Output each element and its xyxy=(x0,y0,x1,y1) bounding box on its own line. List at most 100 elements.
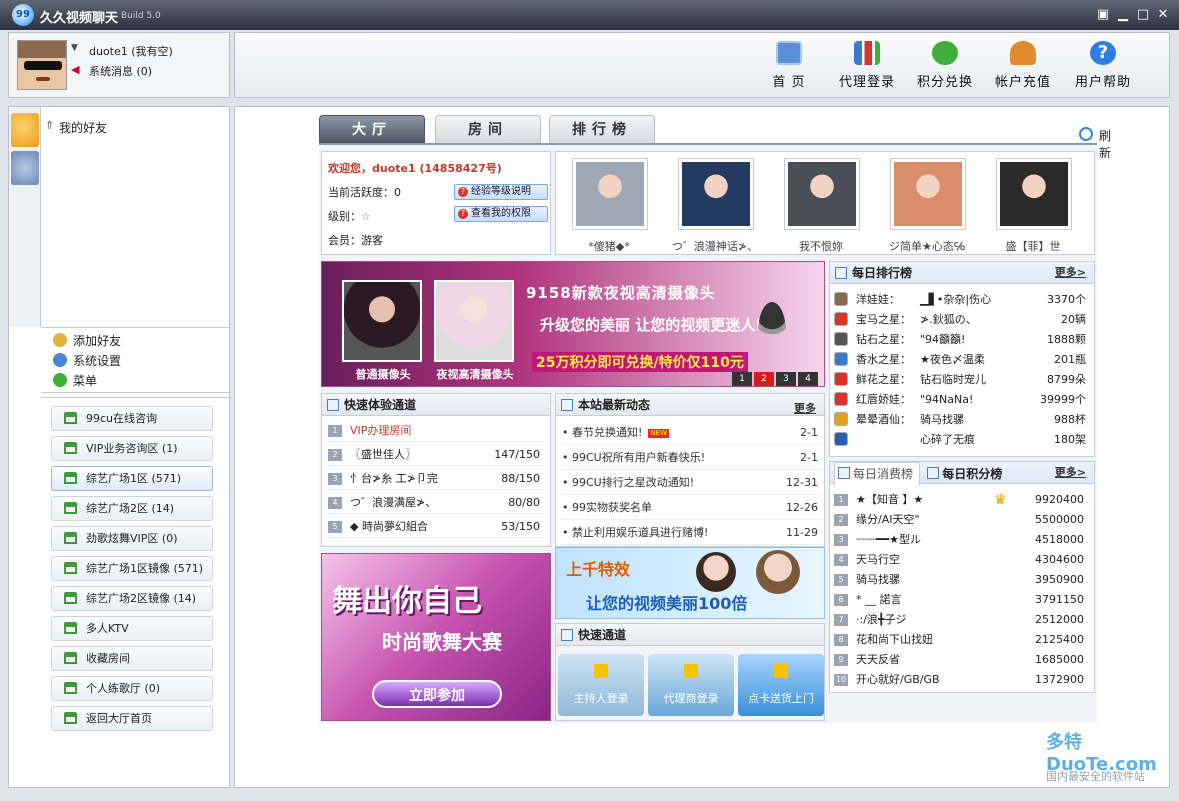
news-more-link[interactable]: 更多 xyxy=(794,398,816,420)
featured-user[interactable]: ジ简单★心态℅ xyxy=(880,158,974,254)
ranking-row[interactable]: 晕晕酒仙： 骑马找骡 988杯 xyxy=(834,410,1090,430)
room-item[interactable]: 个人练歌厅 (0) xyxy=(51,676,213,701)
room-item[interactable]: 多人KTV xyxy=(51,616,213,641)
nav-user-help[interactable]: ? 用户帮助 xyxy=(1067,41,1139,93)
room-item[interactable]: 收藏房间 xyxy=(51,646,213,671)
room-item[interactable]: 综艺广场1区镜像 (571) xyxy=(51,556,213,581)
consumption-row[interactable]: 7 ·:/浪╋子ジ 2512000 xyxy=(834,610,1090,630)
bullet-icon: • xyxy=(562,451,572,464)
nav-account-recharge[interactable]: 帐户充值 xyxy=(987,41,1059,93)
quick-room-row[interactable]: 4 つ゛浪漫满屋≯、 80/80 xyxy=(328,492,544,514)
room-item[interactable]: 综艺广场2区 (14) xyxy=(51,496,213,521)
level-info-button[interactable]: ? 经验等级说明 xyxy=(454,184,548,200)
permissions-button[interactable]: ? 查看我的权限 xyxy=(454,206,548,222)
news-item[interactable]: • 99CU祝所有用户新春快乐! 2-1 xyxy=(562,445,822,470)
featured-user[interactable]: 我不恨妳 xyxy=(774,158,868,254)
camera-banner[interactable]: 普通摄像头 夜视高清摄像头 9158新款夜视高清摄像头 升级您的美丽 让您的视频… xyxy=(321,261,825,387)
tab-ranking[interactable]: 排行榜 xyxy=(549,115,655,143)
featured-user[interactable]: つ゛浪漫神话≯、 xyxy=(668,158,762,254)
tab-rooms[interactable]: 房间 xyxy=(435,115,541,143)
room-item[interactable]: 劲歌炫舞VIP区 (0) xyxy=(51,526,213,551)
user-name[interactable]: duote1 (我有空) xyxy=(89,43,173,59)
banner-page-4[interactable]: 4 xyxy=(798,372,818,386)
nav-points-exchange[interactable]: 积分兑换 xyxy=(909,41,981,93)
restore-icon[interactable]: ▣ xyxy=(1094,6,1112,24)
featured-user[interactable]: *傻猪◆* xyxy=(562,158,656,254)
ranking-row[interactable]: 心碎了无痕 180架 xyxy=(834,430,1090,450)
news-item[interactable]: • 春节兑换通知! NEW 2-1 xyxy=(562,420,822,445)
consumption-row[interactable]: 9 天天反省 1685000 xyxy=(834,650,1090,670)
consumption-user: * __ 諾言 xyxy=(856,593,902,606)
host-login-button[interactable]: 主持人登录 xyxy=(558,654,644,716)
news-item[interactable]: • 99实物获奖名单 12-26 xyxy=(562,495,822,520)
quick-room-name: ◆ 時尚夢幻組合 xyxy=(350,520,428,533)
system-messages[interactable]: 系统消息 (0) xyxy=(89,63,152,79)
gift-icon xyxy=(774,664,788,678)
featured-user-name: 盛【菲】世 xyxy=(1005,240,1061,253)
nav-agent-login[interactable]: 代理登录 xyxy=(831,41,903,93)
avatar[interactable] xyxy=(17,40,67,90)
ranking-row[interactable]: 宝马之星： ≯.鈥狐の、 20辆 xyxy=(834,310,1090,330)
room-item[interactable]: 99cu在线咨询 xyxy=(51,406,213,431)
news-date: 2-1 xyxy=(800,426,818,439)
friends-group[interactable]: 我的好友 xyxy=(59,119,107,136)
card-delivery-button[interactable]: 点卡送货上门 xyxy=(738,654,824,716)
menu-button[interactable]: 菜单 xyxy=(53,372,97,390)
ranking-row[interactable]: 钻石之星： "94籲籲! 1888颗 xyxy=(834,330,1090,350)
room-label: 收藏房间 xyxy=(86,652,130,665)
friends-tab-icon[interactable] xyxy=(11,113,39,147)
status-dropdown-icon[interactable]: ▼ xyxy=(71,43,78,53)
chart-icon xyxy=(327,399,339,411)
ranking-row[interactable]: 鲜花之星： 钻石临时宠儿 8799朵 xyxy=(834,370,1090,390)
effects-banner[interactable]: 上千特效 让您的视频美丽100倍 xyxy=(555,547,825,619)
featured-user[interactable]: 盛【菲】世 xyxy=(986,158,1080,254)
ranking-more-link[interactable]: 更多> xyxy=(1055,262,1086,284)
tab-daily-points[interactable]: 每日积分榜 xyxy=(924,463,1008,485)
join-now-button[interactable]: 立即参加 xyxy=(372,680,502,708)
ranking-row[interactable]: 洋娃娃： ▁▋•杂杂|伤心 3370个 xyxy=(834,290,1090,310)
row-number-icon: 7 xyxy=(834,614,848,626)
consumption-row[interactable]: 5 骑马找骡 3950900 xyxy=(834,570,1090,590)
ranking-value: 201瓶 xyxy=(1054,353,1086,366)
refresh-button[interactable]: 刷新 xyxy=(1079,127,1129,161)
news-item[interactable]: • 禁止利用娱乐道具进行赌博! 11-29 xyxy=(562,520,822,545)
row-number-icon: 9 xyxy=(834,654,848,666)
ranking-row[interactable]: 香水之星： ★夜色〆温柔 201瓶 xyxy=(834,350,1090,370)
room-item[interactable]: 综艺广场2区镜像 (14) xyxy=(51,586,213,611)
room-item[interactable]: 综艺广场1区 (571) xyxy=(51,466,213,491)
consumption-row[interactable]: 4 天马行空 4304600 xyxy=(834,550,1090,570)
dance-contest-banner[interactable]: 舞出你自己 时尚歌舞大赛 立即参加 xyxy=(321,553,551,721)
consumption-row[interactable]: 10 开心就好/GB/GB 1372900 xyxy=(834,670,1090,690)
minimize-icon[interactable]: ▁ xyxy=(1114,6,1132,24)
row-number-icon: 5 xyxy=(834,574,848,586)
nav-home[interactable]: 首 页 xyxy=(753,41,825,93)
gamepad-tab-icon[interactable] xyxy=(11,151,39,185)
news-text: 99CU祝所有用户新春快乐! xyxy=(572,451,706,464)
collapse-icon[interactable]: ⇑ xyxy=(45,119,54,132)
quick-room-row[interactable]: 3 忄台≯糸 工≯卩完 88/150 xyxy=(328,468,544,490)
quick-room-row[interactable]: 2 〖盛世佳人〗 147/150 xyxy=(328,444,544,466)
consumption-row[interactable]: 2 缘分/AI天空" 5500000 xyxy=(834,510,1090,530)
banner-page-3[interactable]: 3 xyxy=(776,372,796,386)
maximize-icon[interactable]: □ xyxy=(1134,6,1152,24)
banner-page-2[interactable]: 2 xyxy=(754,372,774,386)
close-icon[interactable]: ✕ xyxy=(1154,6,1172,24)
consumption-row[interactable]: 3 ┈┈┈━━★型ル 4518000 xyxy=(834,530,1090,550)
ranking-category-icon xyxy=(834,372,848,386)
consumption-more-link[interactable]: 更多> xyxy=(1055,462,1086,484)
system-settings-button[interactable]: 系统设置 xyxy=(53,352,121,370)
banner-page-1[interactable]: 1 xyxy=(732,372,752,386)
room-item[interactable]: VIP业务咨询区 (1) xyxy=(51,436,213,461)
news-item[interactable]: • 99CU排行之星改动通知! 12-31 xyxy=(562,470,822,495)
ranking-row[interactable]: 红唇娇娃： "94NaNa! 39999个 xyxy=(834,390,1090,410)
tab-daily-consumption[interactable]: 每日消费榜 xyxy=(834,462,921,485)
consumption-row[interactable]: 1 ★【知音 】★ 9920400 ♛ xyxy=(834,490,1090,510)
consumption-row[interactable]: 8 花和尚下山找妞 2125400 xyxy=(834,630,1090,650)
consumption-row[interactable]: 6 * __ 諾言 3791150 xyxy=(834,590,1090,610)
tab-hall[interactable]: 大厅 xyxy=(319,115,425,143)
room-item[interactable]: 返回大厅首页 xyxy=(51,706,213,731)
add-friend-button[interactable]: 添加好友 xyxy=(53,332,121,350)
agent-login-button[interactable]: 代理商登录 xyxy=(648,654,734,716)
quick-room-row[interactable]: 1 VIP办理房间 xyxy=(328,420,544,442)
quick-room-row[interactable]: 5 ◆ 時尚夢幻組合 53/150 xyxy=(328,516,544,538)
